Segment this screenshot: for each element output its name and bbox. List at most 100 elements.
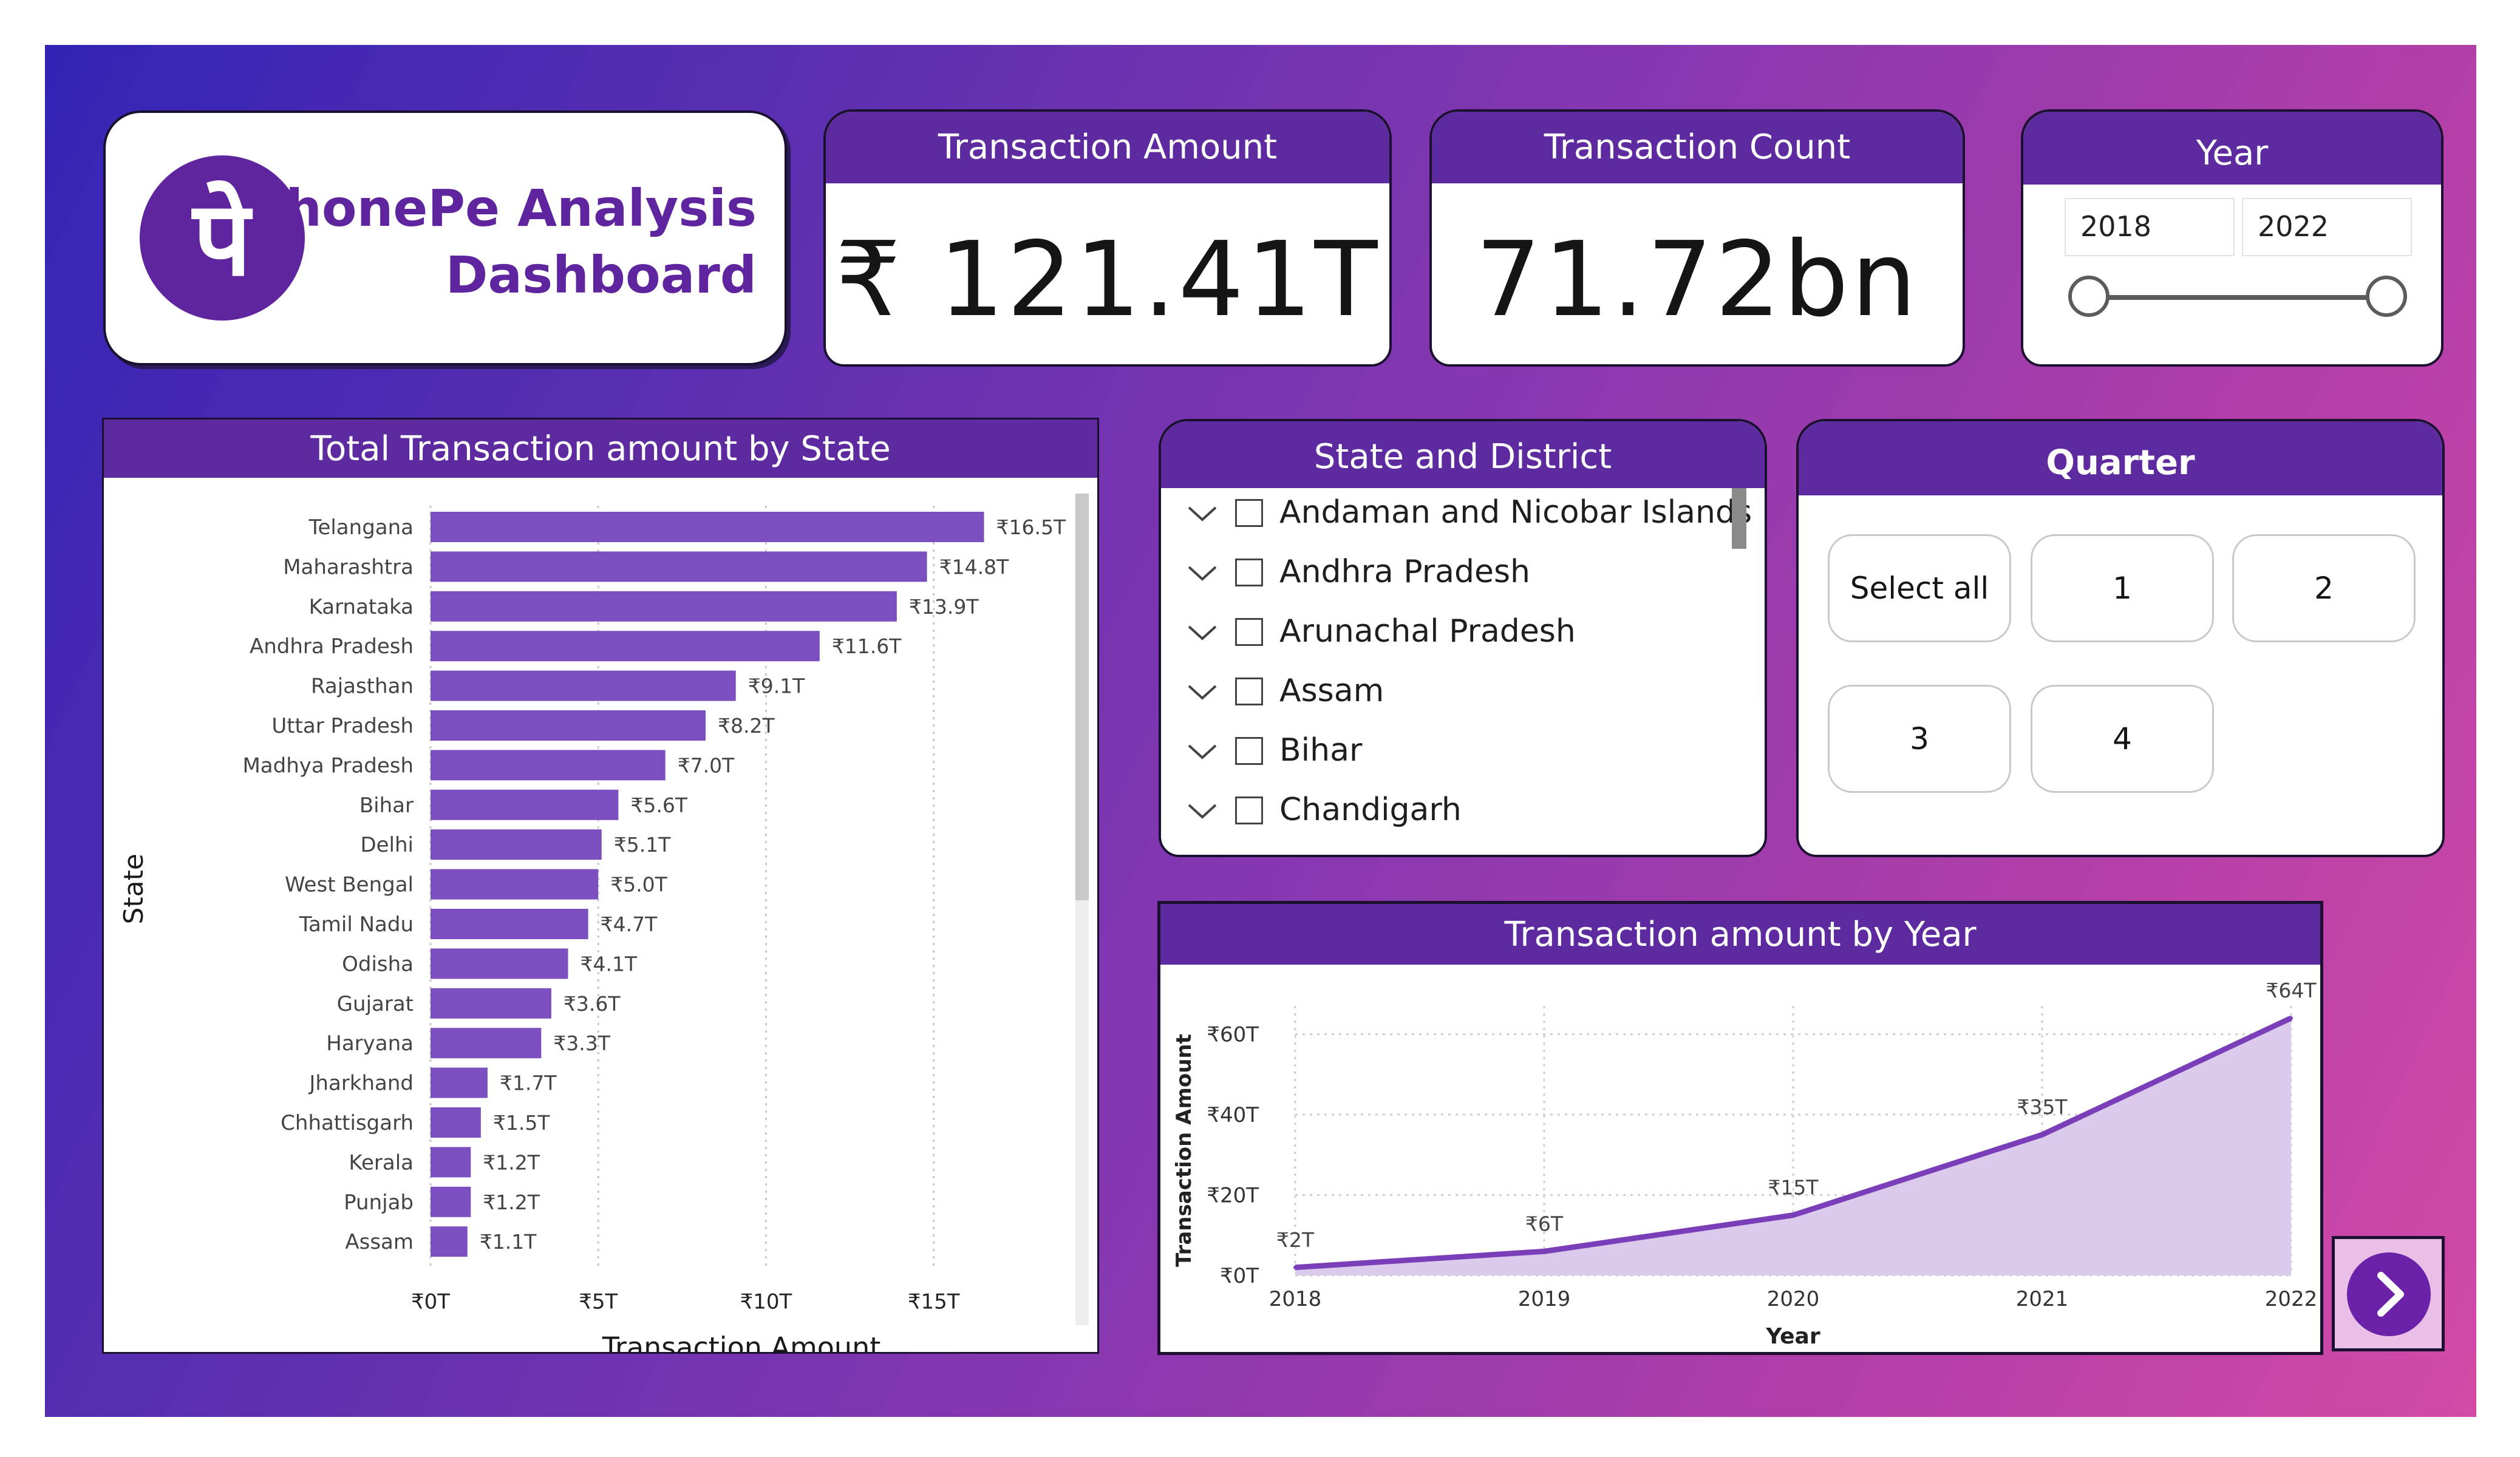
- chevron-down-icon[interactable]: [1185, 501, 1219, 526]
- y-tick-label: Jharkhand: [308, 1072, 414, 1096]
- y-axis-title: Transaction Amount: [1172, 1034, 1196, 1267]
- chevron-down-icon[interactable]: [1185, 799, 1219, 823]
- y-tick-label: Kerala: [349, 1150, 414, 1175]
- y-tick-label: Telangana: [308, 515, 414, 540]
- data-label: ₹35T: [2017, 1095, 2068, 1119]
- year-slicer-title: Year: [2023, 112, 2441, 185]
- data-label: ₹15T: [1768, 1176, 1819, 1200]
- x-tick-label: 2021: [2016, 1287, 2069, 1311]
- data-point: [1293, 1265, 1297, 1269]
- y-tick-label: Uttar Pradesh: [271, 714, 414, 738]
- x-axis-title: Transaction Amount: [602, 1331, 881, 1352]
- bar: [431, 1107, 481, 1138]
- data-label: ₹6T: [1525, 1212, 1564, 1235]
- state-bar-chart-plot: ₹0T ₹5T ₹10T ₹15T Telangana ₹16.5T Maharashtra…: [118, 506, 1066, 1352]
- kpi-card-transaction-amount: Transaction Amount ₹ 121.41T: [823, 109, 1392, 367]
- chevron-down-icon[interactable]: [1185, 739, 1219, 764]
- y-tick-label: Chhattisgarh: [281, 1111, 414, 1135]
- data-label: ₹1.7T: [500, 1072, 557, 1095]
- x-tick-label: 2022: [2265, 1287, 2318, 1311]
- chevron-right-icon: [2347, 1252, 2431, 1336]
- bar: [431, 909, 588, 939]
- state-list-item[interactable]: Andaman and Nicobar Islands: [1185, 493, 1752, 548]
- y-tick-label: Andhra Pradesh: [250, 634, 414, 659]
- data-label: ₹5.0T: [610, 873, 667, 897]
- state-checkbox[interactable]: [1235, 618, 1263, 646]
- state-list-item-label: Chandigarh: [1279, 792, 1462, 828]
- state-list-item[interactable]: Arunachal Pradesh: [1185, 612, 1720, 667]
- bar: [431, 948, 568, 979]
- bar: [431, 670, 736, 701]
- state-checkbox[interactable]: [1235, 737, 1263, 765]
- x-tick-label: ₹15T: [908, 1290, 960, 1314]
- data-label: ₹14.8T: [939, 555, 1009, 579]
- y-tick-label: West Bengal: [285, 873, 414, 897]
- state-list-item-label: Andaman and Nicobar Islands: [1279, 494, 1752, 531]
- state-checkbox[interactable]: [1235, 559, 1263, 586]
- bar: [431, 869, 599, 900]
- quarter-button-select-all[interactable]: Select all: [1828, 534, 2011, 642]
- bar: [431, 631, 820, 662]
- state-list-item-label: Andhra Pradesh: [1279, 554, 1531, 590]
- data-label: ₹9.1T: [748, 674, 805, 698]
- next-page-button[interactable]: [2332, 1236, 2445, 1351]
- bar: [431, 1028, 542, 1059]
- data-point: [2289, 1016, 2293, 1020]
- data-label: ₹1.2T: [483, 1150, 540, 1174]
- bar: [431, 789, 619, 820]
- x-axis-title: Year: [1765, 1324, 1820, 1349]
- data-label: ₹4.1T: [580, 952, 637, 976]
- state-district-title: State and District: [1161, 421, 1765, 488]
- chevron-down-icon[interactable]: [1185, 680, 1219, 704]
- year-from-input[interactable]: 2018: [2065, 198, 2235, 256]
- kpi-value-transaction-amount: ₹ 121.41T: [835, 220, 1380, 340]
- year-area-chart: Transaction amount by Year ₹0T ₹20T ₹40T ₹6…: [1157, 901, 2323, 1355]
- year-slider-end-handle[interactable]: [2366, 276, 2407, 317]
- data-label: ₹4.7T: [601, 912, 658, 936]
- quarter-button-4[interactable]: 4: [2031, 685, 2214, 793]
- state-list-item[interactable]: Andhra Pradesh: [1185, 552, 1720, 607]
- data-label: ₹5.1T: [614, 833, 671, 857]
- bar: [431, 1186, 471, 1217]
- bar: [431, 750, 666, 781]
- quarter-title: Quarter: [1799, 421, 2442, 495]
- quarter-button-2[interactable]: 2: [2232, 534, 2416, 642]
- year-slider-start-handle[interactable]: [2068, 276, 2110, 317]
- state-list-item-label: Bihar: [1279, 732, 1363, 769]
- kpi-value-transaction-count: 71.72bn: [1475, 220, 1919, 340]
- chevron-down-icon[interactable]: [1185, 561, 1219, 585]
- y-tick-label: Rajasthan: [311, 674, 414, 699]
- y-tick-label: Assam: [345, 1230, 414, 1254]
- list-scrollbar-thumb[interactable]: [1732, 488, 1746, 549]
- state-list-item[interactable]: Assam: [1185, 671, 1720, 726]
- y-tick-label: Karnataka: [309, 595, 414, 619]
- state-list-item-label: Assam: [1279, 673, 1384, 709]
- year-to-input[interactable]: 2022: [2242, 198, 2412, 256]
- state-checkbox[interactable]: [1235, 499, 1263, 527]
- state-list-item[interactable]: Bihar: [1185, 731, 1720, 786]
- year-area-chart-plot: ₹0T ₹20T ₹40T ₹60T 2018 2019 2020 2021 2022 ₹2T ₹6…: [1172, 979, 2318, 1349]
- quarter-button-3[interactable]: 3: [1828, 685, 2011, 793]
- quarter-slicer: Quarter Select all 1 2 3 4: [1796, 419, 2445, 857]
- chart-title: Total Transaction amount by State: [104, 419, 1097, 478]
- chart-scrollbar-thumb[interactable]: [1075, 494, 1089, 900]
- bar: [431, 1147, 471, 1178]
- year-slider-track[interactable]: [2089, 295, 2384, 300]
- x-tick-label: 2020: [1767, 1287, 1820, 1311]
- bar: [431, 988, 551, 1019]
- state-district-slicer: State and District Andaman and Nicobar I…: [1159, 419, 1767, 857]
- data-label: ₹7.0T: [678, 753, 735, 777]
- y-tick-label: ₹20T: [1207, 1184, 1259, 1208]
- state-checkbox[interactable]: [1235, 796, 1263, 824]
- state-list-item[interactable]: Chandigarh: [1185, 790, 1720, 845]
- x-tick-label: ₹5T: [579, 1290, 618, 1314]
- data-label: ₹3.6T: [564, 992, 621, 1016]
- state-checkbox[interactable]: [1235, 678, 1263, 705]
- kpi-title: Transaction Count: [1432, 112, 1963, 183]
- bar: [431, 710, 706, 741]
- chevron-down-icon[interactable]: [1185, 620, 1219, 645]
- y-tick-label: Odisha: [342, 952, 414, 976]
- quarter-button-1[interactable]: 1: [2031, 534, 2214, 642]
- chart-scrollbar[interactable]: [1075, 494, 1089, 1325]
- dashboard-title-line1: PhonePe Analysis: [248, 178, 757, 238]
